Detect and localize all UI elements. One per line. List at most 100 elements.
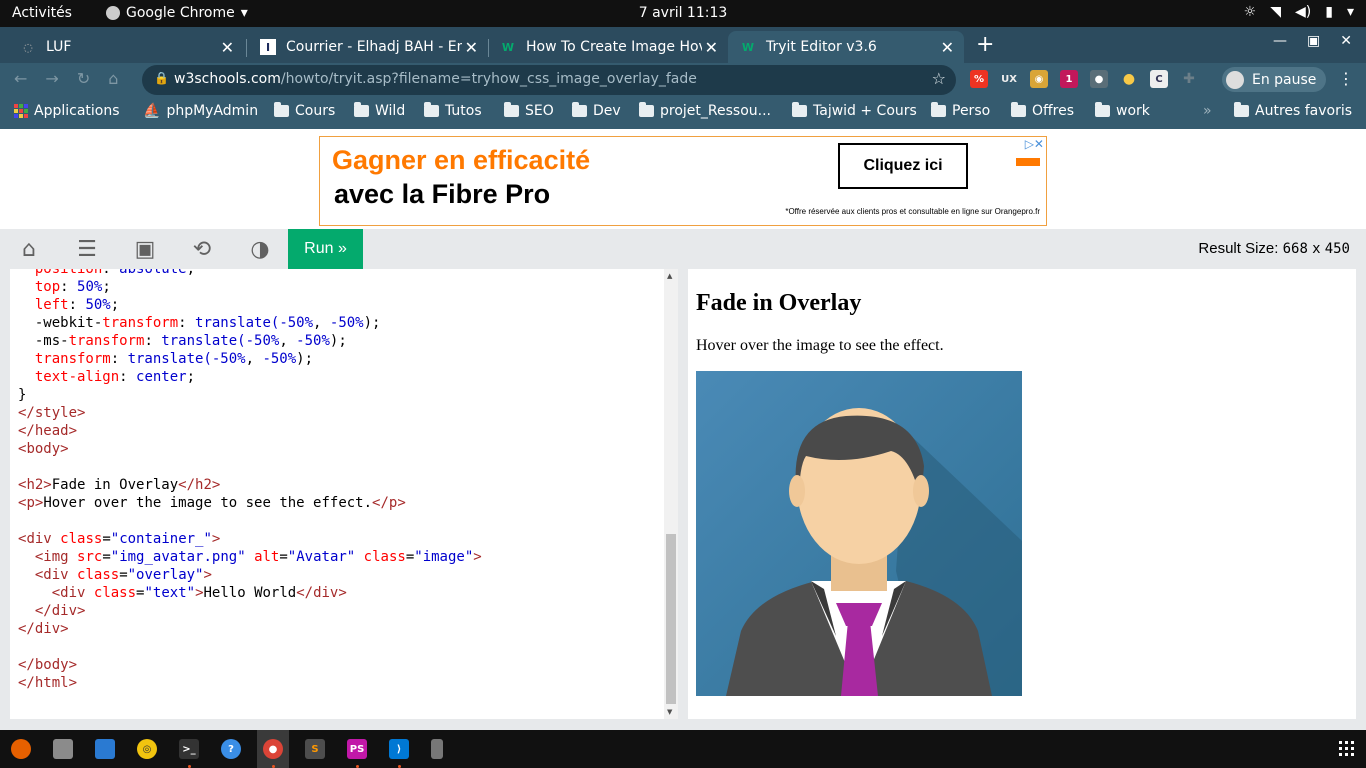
ad-choices-icon[interactable]: ▷✕ xyxy=(1025,137,1044,151)
menu-icon[interactable]: ☰ xyxy=(74,236,100,262)
run-button[interactable]: Run » xyxy=(288,229,363,269)
code-line[interactable]: </head> xyxy=(18,422,482,440)
code-line[interactable]: </body> xyxy=(18,656,482,674)
code-line[interactable]: <div class="container_"> xyxy=(18,530,482,548)
close-tab-icon[interactable]: ✕ xyxy=(465,38,478,57)
home-icon[interactable]: ⌂ xyxy=(108,69,118,88)
code-line[interactable]: </html> xyxy=(18,674,482,692)
ux-extension-icon[interactable]: UX xyxy=(1000,70,1018,88)
address-bar[interactable]: 🔒 w3schools.com/howto/tryit.asp?filename… xyxy=(142,65,956,95)
usb-icon[interactable] xyxy=(431,739,443,759)
bookmark-tutos[interactable]: Tutos xyxy=(424,102,482,119)
more-bookmarks-icon[interactable]: » xyxy=(1203,103,1212,119)
rotate-icon[interactable]: ⟲ xyxy=(189,236,215,262)
code-line[interactable]: transform: translate(-50%, -50%); xyxy=(18,350,482,368)
owl-extension-icon[interactable]: ◉ xyxy=(1030,70,1048,88)
close-window-icon[interactable]: ✕ xyxy=(1340,33,1352,49)
code-line[interactable] xyxy=(18,638,482,656)
extension-icon[interactable]: ● xyxy=(1090,70,1108,88)
bookmark-offres[interactable]: Offres xyxy=(1011,102,1074,119)
avatar-image[interactable] xyxy=(696,371,1022,696)
tab-how-to[interactable]: W How To Create Image Hov ✕ xyxy=(488,31,728,63)
result-pane[interactable]: Fade in Overlay Hover over the image to … xyxy=(688,269,1356,719)
tab-luf[interactable]: ◌ LUF ✕ xyxy=(8,31,244,63)
code-line[interactable]: </div> xyxy=(18,620,482,638)
new-tab-button[interactable]: + xyxy=(976,32,994,57)
minimize-icon[interactable]: — xyxy=(1273,33,1287,49)
code-line[interactable]: <img src="img_avatar.png" alt="Avatar" c… xyxy=(18,548,482,566)
code-line[interactable]: top: 50%; xyxy=(18,278,482,296)
bookmark-projet[interactable]: projet_Ressou... xyxy=(639,102,771,119)
maximize-icon[interactable]: ▣ xyxy=(1307,33,1320,49)
code-line[interactable]: <h2>Fade in Overlay</h2> xyxy=(18,476,482,494)
code-line[interactable]: <p>Hover over the image to see the effec… xyxy=(18,494,482,512)
system-tray[interactable]: ☼ ◥ ◀) ▮ ▾ xyxy=(1244,4,1354,20)
bookmark-tajwid[interactable]: Tajwid + Cours xyxy=(792,102,917,119)
bookmark-autres-favoris[interactable]: Autres favoris xyxy=(1234,102,1352,119)
lock-icon[interactable]: 🔒 xyxy=(154,71,169,85)
code-line[interactable]: -ms-transform: translate(-50%, -50%); xyxy=(18,332,482,350)
url-text[interactable]: w3schools.com/howto/tryit.asp?filename=t… xyxy=(174,71,697,87)
code-line[interactable] xyxy=(18,512,482,530)
bookmark-cours[interactable]: Cours xyxy=(274,102,335,119)
rhythmbox-icon[interactable]: ◎ xyxy=(137,739,157,759)
code-line[interactable]: -webkit-transform: translate(-50%, -50%)… xyxy=(18,314,482,332)
code-line[interactable]: <body> xyxy=(18,440,482,458)
chrome-icon[interactable]: ● xyxy=(263,739,283,759)
bookmark-applications[interactable]: Applications xyxy=(14,103,120,119)
code-editor[interactable]: position: absolute; top: 50%; left: 50%;… xyxy=(10,269,678,719)
code-line[interactable]: </div> xyxy=(18,602,482,620)
extension-badge-icon[interactable]: 1 xyxy=(1060,70,1078,88)
terminal-icon[interactable]: >_ xyxy=(179,739,199,759)
sublime-icon[interactable]: S xyxy=(305,739,325,759)
scroll-up-icon[interactable]: ▲ xyxy=(667,272,672,280)
star-icon[interactable]: ☆ xyxy=(932,69,946,88)
ad-banner[interactable]: Gagner en efficacité avec la Fibre Pro C… xyxy=(319,136,1047,226)
css-extension-icon[interactable]: C xyxy=(1150,70,1168,88)
code-line[interactable]: <div class="text">Hello World</div> xyxy=(18,584,482,602)
bookmarks-bar: Applications ⛵ phpMyAdmin Cours Wild Tut… xyxy=(0,96,1366,129)
tab-tryit-editor[interactable]: W Tryit Editor v3.6 ✕ xyxy=(728,31,964,63)
apps-grid-icon[interactable] xyxy=(1339,741,1354,756)
bulb-extension-icon[interactable]: ● xyxy=(1120,70,1138,88)
editor-scrollbar[interactable]: ▲ ▼ xyxy=(664,269,678,719)
extension-icon[interactable]: % xyxy=(970,70,988,88)
code-line[interactable] xyxy=(18,458,482,476)
profile-button[interactable]: En pause xyxy=(1222,67,1326,92)
code-line[interactable]: } xyxy=(18,386,482,404)
code-line[interactable]: text-align: center; xyxy=(18,368,482,386)
back-icon[interactable]: ← xyxy=(14,69,27,88)
ad-cta-button[interactable]: Cliquez ici xyxy=(838,143,968,189)
close-tab-icon[interactable]: ✕ xyxy=(941,38,954,57)
close-tab-icon[interactable]: ✕ xyxy=(705,38,718,57)
writer-icon[interactable] xyxy=(95,739,115,759)
reload-icon[interactable]: ↻ xyxy=(77,69,90,88)
bookmark-work[interactable]: work xyxy=(1095,102,1150,119)
firefox-icon[interactable] xyxy=(11,739,31,759)
bookmark-wild[interactable]: Wild xyxy=(354,102,405,119)
home-icon[interactable]: ⌂ xyxy=(16,236,42,262)
puzzle-icon[interactable]: ✚ xyxy=(1180,70,1198,88)
contrast-icon[interactable]: ◑ xyxy=(247,236,273,262)
files-icon[interactable] xyxy=(53,739,73,759)
bookmark-phpmyadmin[interactable]: ⛵ phpMyAdmin xyxy=(143,103,258,119)
bookmark-seo[interactable]: SEO xyxy=(504,102,554,119)
code-content[interactable]: position: absolute; top: 50%; left: 50%;… xyxy=(18,269,482,692)
vscode-icon[interactable]: ⟩ xyxy=(389,739,409,759)
tab-courrier[interactable]: I Courrier - Elhadj BAH - Em ✕ xyxy=(248,31,488,63)
code-line[interactable]: left: 50%; xyxy=(18,296,482,314)
bookmark-perso[interactable]: Perso xyxy=(931,102,990,119)
save-icon[interactable]: ▣ xyxy=(132,236,158,262)
bookmark-dev[interactable]: Dev xyxy=(572,102,621,119)
scroll-down-icon[interactable]: ▼ xyxy=(667,708,672,716)
clock[interactable]: 7 avril 11:13 xyxy=(0,5,1366,21)
close-tab-icon[interactable]: ✕ xyxy=(221,38,234,57)
forward-icon[interactable]: → xyxy=(45,69,58,88)
phpstorm-icon[interactable]: PS xyxy=(347,739,367,759)
scroll-thumb[interactable] xyxy=(666,534,676,704)
code-line[interactable]: <div class="overlay"> xyxy=(18,566,482,584)
kebab-menu-icon[interactable]: ⋮ xyxy=(1338,69,1354,88)
help-icon[interactable]: ? xyxy=(221,739,241,759)
code-line[interactable]: position: absolute; xyxy=(18,269,482,278)
code-line[interactable]: </style> xyxy=(18,404,482,422)
